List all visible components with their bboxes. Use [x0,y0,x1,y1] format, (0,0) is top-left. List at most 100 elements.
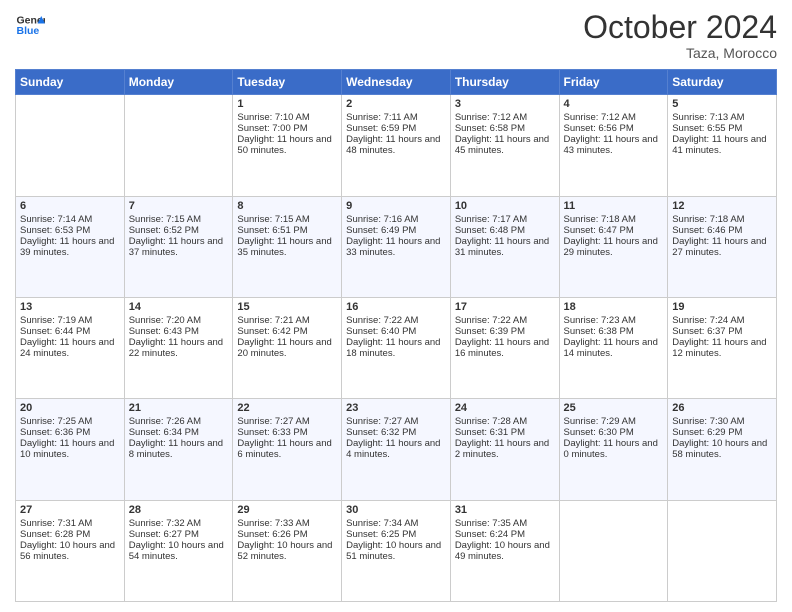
calendar-cell: 2 Sunrise: 7:11 AM Sunset: 6:59 PM Dayli… [342,95,451,196]
day-number: 30 [346,504,446,516]
daylight-text: Daylight: 11 hours and 41 minutes. [672,134,766,156]
sunrise-text: Sunrise: 7:13 AM [672,112,744,123]
day-number: 17 [455,301,555,313]
sunrise-text: Sunrise: 7:10 AM [237,112,309,123]
sunrise-text: Sunrise: 7:23 AM [564,315,636,326]
sunset-text: Sunset: 6:51 PM [237,225,307,236]
calendar-cell: 28 Sunrise: 7:32 AM Sunset: 6:27 PM Dayl… [124,500,233,601]
day-number: 1 [237,98,337,110]
calendar-cell: 22 Sunrise: 7:27 AM Sunset: 6:33 PM Dayl… [233,399,342,500]
sunset-text: Sunset: 6:46 PM [672,225,742,236]
sunset-text: Sunset: 6:24 PM [455,529,525,540]
title-block: October 2024 Taza, Morocco [583,10,777,61]
calendar-table: Sunday Monday Tuesday Wednesday Thursday… [15,69,777,602]
day-number: 4 [564,98,664,110]
calendar-cell [124,95,233,196]
day-number: 31 [455,504,555,516]
sunset-text: Sunset: 6:36 PM [20,427,90,438]
day-number: 21 [129,402,229,414]
day-number: 6 [20,200,120,212]
day-number: 27 [20,504,120,516]
daylight-text: Daylight: 11 hours and 12 minutes. [672,337,766,359]
sunrise-text: Sunrise: 7:15 AM [129,214,201,225]
daylight-text: Daylight: 11 hours and 18 minutes. [346,337,440,359]
sunrise-text: Sunrise: 7:15 AM [237,214,309,225]
day-number: 16 [346,301,446,313]
day-number: 2 [346,98,446,110]
calendar-cell: 26 Sunrise: 7:30 AM Sunset: 6:29 PM Dayl… [668,399,777,500]
month-title: October 2024 [583,10,777,45]
sunrise-text: Sunrise: 7:18 AM [672,214,744,225]
calendar-cell: 7 Sunrise: 7:15 AM Sunset: 6:52 PM Dayli… [124,196,233,297]
day-number: 26 [672,402,772,414]
daylight-text: Daylight: 11 hours and 22 minutes. [129,337,223,359]
sunset-text: Sunset: 6:44 PM [20,326,90,337]
col-thursday: Thursday [450,70,559,95]
daylight-text: Daylight: 10 hours and 51 minutes. [346,540,441,562]
sunset-text: Sunset: 6:59 PM [346,123,416,134]
sunrise-text: Sunrise: 7:17 AM [455,214,527,225]
day-number: 13 [20,301,120,313]
daylight-text: Daylight: 11 hours and 50 minutes. [237,134,331,156]
day-number: 8 [237,200,337,212]
day-number: 10 [455,200,555,212]
daylight-text: Daylight: 11 hours and 29 minutes. [564,236,658,258]
calendar-cell: 20 Sunrise: 7:25 AM Sunset: 6:36 PM Dayl… [16,399,125,500]
col-sunday: Sunday [16,70,125,95]
daylight-text: Daylight: 11 hours and 4 minutes. [346,438,440,460]
daylight-text: Daylight: 11 hours and 2 minutes. [455,438,549,460]
calendar-cell: 29 Sunrise: 7:33 AM Sunset: 6:26 PM Dayl… [233,500,342,601]
sunrise-text: Sunrise: 7:24 AM [672,315,744,326]
sunset-text: Sunset: 6:29 PM [672,427,742,438]
sunrise-text: Sunrise: 7:30 AM [672,416,744,427]
calendar-cell: 12 Sunrise: 7:18 AM Sunset: 6:46 PM Dayl… [668,196,777,297]
calendar-cell: 11 Sunrise: 7:18 AM Sunset: 6:47 PM Dayl… [559,196,668,297]
sunset-text: Sunset: 6:52 PM [129,225,199,236]
calendar-cell: 19 Sunrise: 7:24 AM Sunset: 6:37 PM Dayl… [668,297,777,398]
calendar-cell: 6 Sunrise: 7:14 AM Sunset: 6:53 PM Dayli… [16,196,125,297]
daylight-text: Daylight: 11 hours and 45 minutes. [455,134,549,156]
day-number: 25 [564,402,664,414]
calendar-cell: 9 Sunrise: 7:16 AM Sunset: 6:49 PM Dayli… [342,196,451,297]
sunrise-text: Sunrise: 7:26 AM [129,416,201,427]
col-friday: Friday [559,70,668,95]
sunrise-text: Sunrise: 7:12 AM [455,112,527,123]
sunset-text: Sunset: 6:49 PM [346,225,416,236]
sunset-text: Sunset: 6:53 PM [20,225,90,236]
sunrise-text: Sunrise: 7:35 AM [455,518,527,529]
calendar-cell: 21 Sunrise: 7:26 AM Sunset: 6:34 PM Dayl… [124,399,233,500]
calendar-cell: 14 Sunrise: 7:20 AM Sunset: 6:43 PM Dayl… [124,297,233,398]
sunset-text: Sunset: 7:00 PM [237,123,307,134]
calendar-header-row: Sunday Monday Tuesday Wednesday Thursday… [16,70,777,95]
sunrise-text: Sunrise: 7:32 AM [129,518,201,529]
calendar-cell [559,500,668,601]
daylight-text: Daylight: 11 hours and 0 minutes. [564,438,658,460]
sunrise-text: Sunrise: 7:31 AM [20,518,92,529]
daylight-text: Daylight: 11 hours and 14 minutes. [564,337,658,359]
sunset-text: Sunset: 6:40 PM [346,326,416,337]
calendar-cell: 5 Sunrise: 7:13 AM Sunset: 6:55 PM Dayli… [668,95,777,196]
sunset-text: Sunset: 6:39 PM [455,326,525,337]
col-tuesday: Tuesday [233,70,342,95]
sunset-text: Sunset: 6:47 PM [564,225,634,236]
calendar-cell: 15 Sunrise: 7:21 AM Sunset: 6:42 PM Dayl… [233,297,342,398]
daylight-text: Daylight: 10 hours and 52 minutes. [237,540,332,562]
sunrise-text: Sunrise: 7:11 AM [346,112,418,123]
daylight-text: Daylight: 10 hours and 56 minutes. [20,540,115,562]
calendar-week-row: 6 Sunrise: 7:14 AM Sunset: 6:53 PM Dayli… [16,196,777,297]
daylight-text: Daylight: 11 hours and 6 minutes. [237,438,331,460]
calendar-cell: 25 Sunrise: 7:29 AM Sunset: 6:30 PM Dayl… [559,399,668,500]
calendar-cell: 8 Sunrise: 7:15 AM Sunset: 6:51 PM Dayli… [233,196,342,297]
daylight-text: Daylight: 11 hours and 27 minutes. [672,236,766,258]
sunrise-text: Sunrise: 7:22 AM [346,315,418,326]
sunrise-text: Sunrise: 7:25 AM [20,416,92,427]
sunrise-text: Sunrise: 7:16 AM [346,214,418,225]
sunrise-text: Sunrise: 7:14 AM [20,214,92,225]
sunrise-text: Sunrise: 7:22 AM [455,315,527,326]
daylight-text: Daylight: 11 hours and 37 minutes. [129,236,223,258]
daylight-text: Daylight: 11 hours and 33 minutes. [346,236,440,258]
calendar-cell: 13 Sunrise: 7:19 AM Sunset: 6:44 PM Dayl… [16,297,125,398]
calendar-cell: 27 Sunrise: 7:31 AM Sunset: 6:28 PM Dayl… [16,500,125,601]
day-number: 22 [237,402,337,414]
day-number: 28 [129,504,229,516]
